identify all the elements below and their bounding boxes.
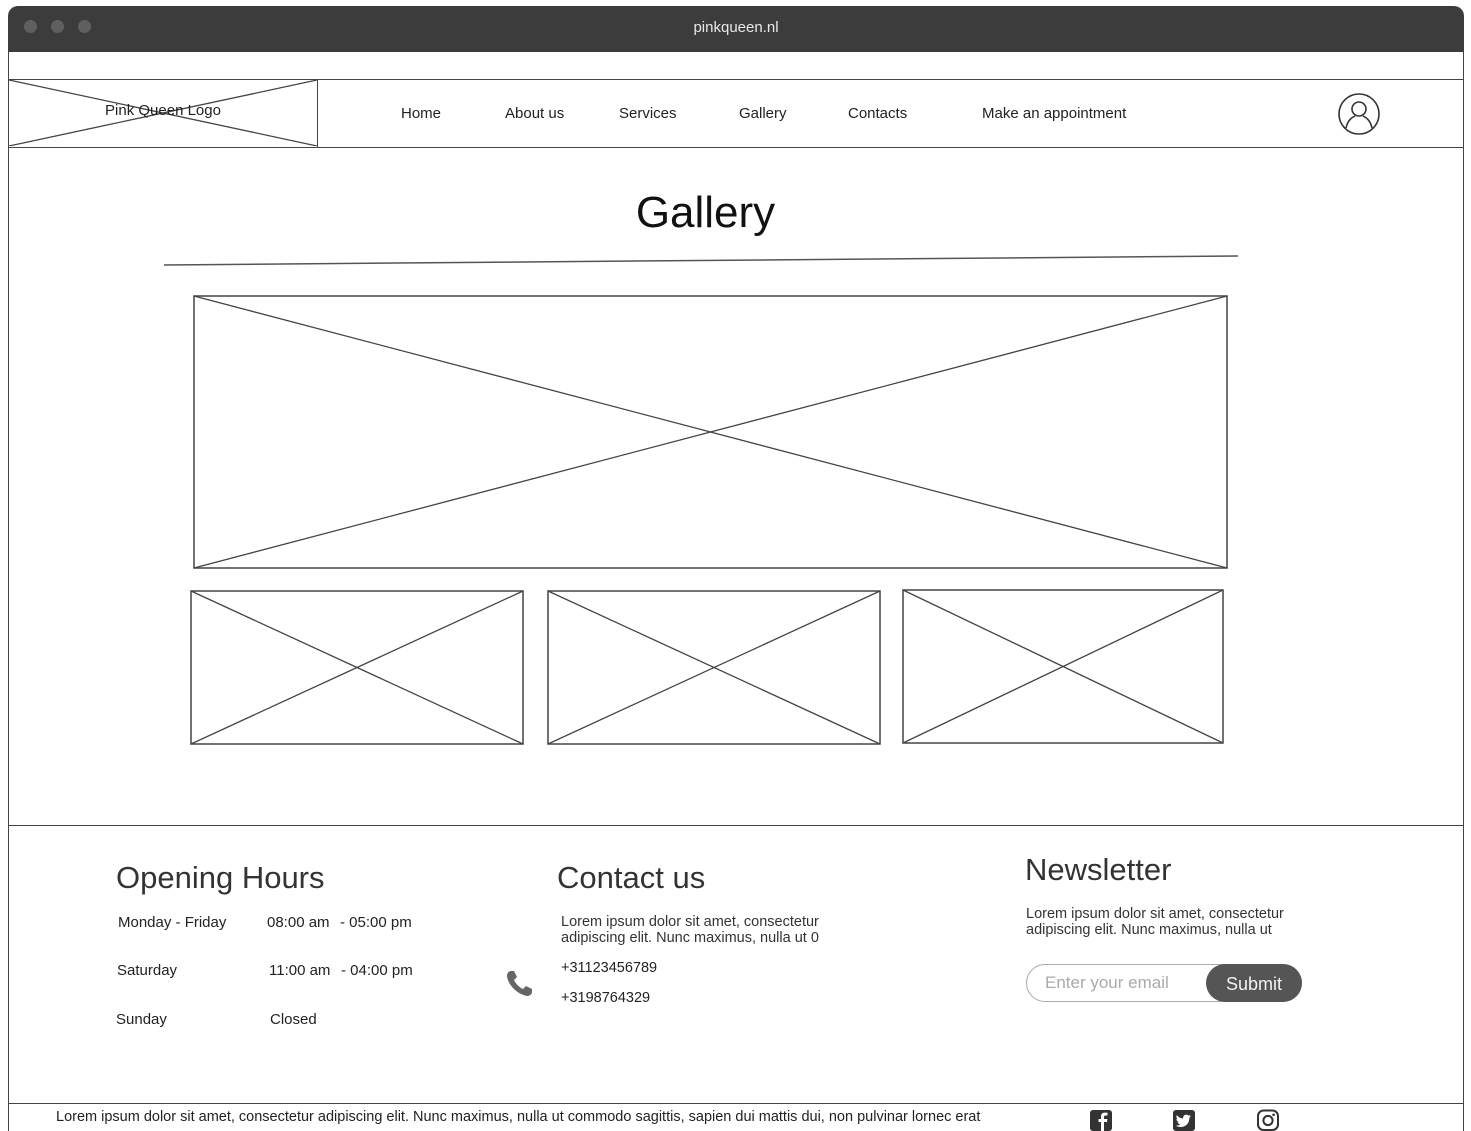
hours-open: 08:00 am [267,914,330,931]
title-divider [164,255,1239,266]
hours-close: - 05:00 pm [340,914,412,931]
newsletter-email-input[interactable] [1045,971,1205,995]
opening-hours-heading: Opening Hours [116,860,325,895]
nav-home[interactable]: Home [401,105,441,122]
browser-titlebar: pinkqueen.nl [8,6,1464,52]
phone-number[interactable]: +31123456789 [561,960,657,976]
nav-about-us[interactable]: About us [505,105,564,122]
footer-bottom-divider [8,1103,1464,1104]
hours-day: Saturday [117,962,178,979]
logo-placeholder[interactable]: Pink Queen Logo [9,79,318,148]
newsletter-heading: Newsletter [1025,852,1172,887]
gallery-image-large[interactable] [193,295,1228,569]
facebook-icon[interactable] [1089,1109,1113,1131]
phone-number[interactable]: +3198764329 [561,990,650,1006]
nav-contacts[interactable]: Contacts [848,105,907,122]
nav-make-appointment[interactable]: Make an appointment [982,105,1126,122]
hours-close: - 04:00 pm [341,962,413,979]
gallery-image-thumb[interactable] [902,589,1224,744]
hours-day: Sunday [116,1011,167,1028]
newsletter-submit-button[interactable]: Submit [1206,964,1302,1002]
contact-text-line: adipiscing elit. Nunc maximus, nulla ut … [561,930,819,946]
hours-open: 11:00 am [269,962,331,979]
user-account-icon[interactable] [1337,92,1381,136]
nav-services[interactable]: Services [619,105,677,122]
newsletter-text-line: Lorem ipsum dolor sit amet, consectetur [1026,906,1284,922]
hours-open: Closed [270,1011,317,1028]
twitter-icon[interactable] [1172,1109,1196,1131]
footer-divider [8,825,1464,826]
nav-gallery[interactable]: Gallery [739,105,787,122]
browser-url: pinkqueen.nl [693,19,779,36]
contact-text-line: Lorem ipsum dolor sit amet, consectetur [561,914,819,930]
newsletter-text-line: adipiscing elit. Nunc maximus, nulla ut [1026,922,1272,938]
page-title: Gallery [635,188,776,237]
phone-icon [507,971,532,996]
logo-text: Pink Queen Logo [105,102,221,119]
gallery-image-thumb[interactable] [190,590,524,745]
contact-heading: Contact us [557,860,706,895]
gallery-image-thumb[interactable] [547,590,881,745]
instagram-icon[interactable] [1256,1109,1280,1131]
hours-day: Monday - Friday [118,914,227,931]
footer-legal-text: Lorem ipsum dolor sit amet, consectetur … [56,1109,981,1125]
